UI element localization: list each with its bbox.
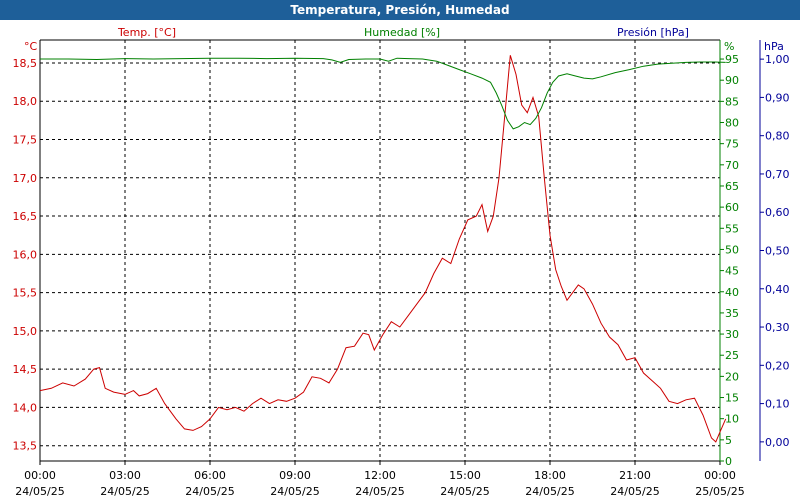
temp-tick-label: 14,5 xyxy=(13,363,38,376)
hum-tick-label: 10 xyxy=(725,413,739,426)
pres-tick-label: 0,50 xyxy=(765,245,790,258)
temp-tick-label: 15,5 xyxy=(13,287,38,300)
hum-tick-label: 5 xyxy=(725,434,732,447)
hum-tick-label: 75 xyxy=(725,138,739,151)
axes xyxy=(39,39,764,465)
temp-tick-label: 17,0 xyxy=(13,172,38,185)
x-tick-label-time: 09:00 xyxy=(279,469,311,482)
hum-tick-label: 45 xyxy=(725,265,739,278)
hum-tick-label: 80 xyxy=(725,117,739,130)
x-tick-label-date: 24/05/25 xyxy=(185,485,234,498)
pres-tick-label: 0,00 xyxy=(765,436,790,449)
x-tick-label-time: 00:00 xyxy=(24,469,56,482)
pres-unit-label: hPa xyxy=(764,40,784,53)
x-tick-label-time: 15:00 xyxy=(449,469,481,482)
hum-tick-label: 85 xyxy=(725,95,739,108)
temp-tick-label: 16,5 xyxy=(13,210,38,223)
chart-title: Temperatura, Presión, Humedad xyxy=(0,0,800,20)
pres-tick-label: 1,00 xyxy=(765,53,790,66)
x-tick-label-date: 24/05/25 xyxy=(270,485,319,498)
pres-tick-label: 0,70 xyxy=(765,168,790,181)
pres-tick-label: 0,90 xyxy=(765,91,790,104)
hum-unit-label: % xyxy=(724,40,734,53)
temp-axis-title: Temp. [°C] xyxy=(117,26,176,39)
hum-tick-label: 90 xyxy=(725,74,739,87)
x-tick-label-date: 24/05/25 xyxy=(355,485,404,498)
axis-labels: 00:00 24/05/25 03:00 24/05/25 06:00 24/05/25 0… xyxy=(13,26,790,498)
pres-axis-title: Presión [hPa] xyxy=(617,26,689,39)
x-tick-label-time: 03:00 xyxy=(109,469,141,482)
temp-tick-label: 16,0 xyxy=(13,248,38,261)
x-tick-label-time: 00:00 xyxy=(704,469,736,482)
temp-tick-label: 14,0 xyxy=(13,401,38,414)
hum-tick-label: 15 xyxy=(725,392,739,405)
hum-tick-label: 20 xyxy=(725,370,739,383)
hum-tick-label: 35 xyxy=(725,307,739,320)
hum-axis-title: Humedad [%] xyxy=(364,26,440,39)
temp-tick-label: 15,0 xyxy=(13,325,38,338)
temp-unit-label: °C xyxy=(24,40,38,53)
series-line-hum xyxy=(40,57,726,130)
x-tick-label-date: 24/05/25 xyxy=(440,485,489,498)
series-line-temp xyxy=(39,55,727,443)
hum-tick-label: 65 xyxy=(725,180,739,193)
pres-tick-label: 0,80 xyxy=(765,130,790,143)
temp-tick-label: 13,5 xyxy=(13,440,38,453)
pres-tick-label: 0,30 xyxy=(765,321,790,334)
x-tick-label-time: 12:00 xyxy=(364,469,396,482)
x-tick-label-date: 24/05/25 xyxy=(525,485,574,498)
hum-tick-label: 95 xyxy=(725,53,739,66)
temp-tick-label: 18,5 xyxy=(13,57,38,70)
pres-tick-label: 0,60 xyxy=(765,206,790,219)
x-tick-label-time: 18:00 xyxy=(534,469,566,482)
hum-tick-label: 30 xyxy=(725,328,739,341)
chart-area: 00:00 24/05/25 03:00 24/05/25 06:00 24/05/25 0… xyxy=(13,26,790,498)
x-tick-label-date: 24/05/25 xyxy=(100,485,149,498)
hum-tick-label: 0 xyxy=(725,455,732,468)
hum-tick-label: 50 xyxy=(725,243,739,256)
grid xyxy=(40,40,720,461)
temp-tick-label: 17,5 xyxy=(13,134,38,147)
hum-tick-label: 55 xyxy=(725,222,739,235)
pres-tick-label: 0,20 xyxy=(765,359,790,372)
x-tick-label-date: 24/05/25 xyxy=(610,485,659,498)
hum-tick-label: 60 xyxy=(725,201,739,214)
x-tick-label-date: 24/05/25 xyxy=(15,485,64,498)
temp-tick-label: 18,0 xyxy=(13,95,38,108)
x-tick-label-date: 25/05/25 xyxy=(695,485,744,498)
hum-tick-label: 40 xyxy=(725,286,739,299)
hum-tick-label: 25 xyxy=(725,349,739,362)
pres-tick-label: 0,10 xyxy=(765,398,790,411)
x-tick-label-time: 21:00 xyxy=(619,469,651,482)
series-layer xyxy=(39,55,727,443)
pres-tick-label: 0,40 xyxy=(765,283,790,296)
hum-tick-label: 70 xyxy=(725,159,739,172)
x-tick-label-time: 06:00 xyxy=(194,469,226,482)
